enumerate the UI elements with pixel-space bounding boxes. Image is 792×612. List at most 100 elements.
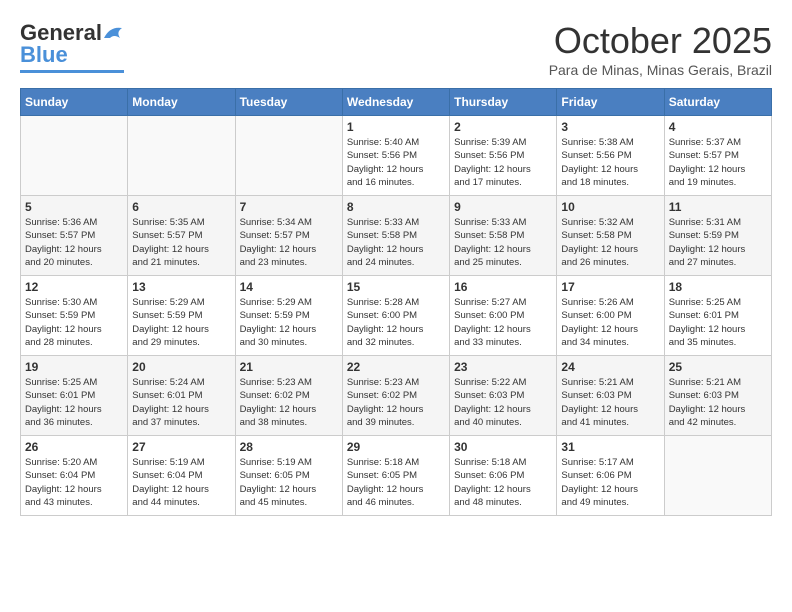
weekday-header-tuesday: Tuesday xyxy=(235,89,342,116)
day-info: Sunrise: 5:29 AM Sunset: 5:59 PM Dayligh… xyxy=(132,296,230,349)
day-info: Sunrise: 5:24 AM Sunset: 6:01 PM Dayligh… xyxy=(132,376,230,429)
logo-underline xyxy=(20,70,124,73)
day-info: Sunrise: 5:38 AM Sunset: 5:56 PM Dayligh… xyxy=(561,136,659,189)
calendar-cell: 25Sunrise: 5:21 AM Sunset: 6:03 PM Dayli… xyxy=(664,356,771,436)
day-number: 23 xyxy=(454,360,552,374)
day-number: 22 xyxy=(347,360,445,374)
weekday-header-monday: Monday xyxy=(128,89,235,116)
calendar-cell: 30 Sunrise: 5:18 AM Sunset: 6:06 PM Dayli… xyxy=(450,436,557,516)
day-number: 31 xyxy=(561,440,659,454)
day-number: 13 xyxy=(132,280,230,294)
calendar-cell: 3Sunrise: 5:38 AM Sunset: 5:56 PM Daylig… xyxy=(557,116,664,196)
calendar-cell: 1 Sunrise: 5:40 AM Sunset: 5:56 PM Daylig… xyxy=(342,116,449,196)
calendar-row-3: 12 Sunrise: 5:30 AM Sunset: 5:59 PM Dayli… xyxy=(21,276,772,356)
weekday-header-wednesday: Wednesday xyxy=(342,89,449,116)
calendar-cell: 10Sunrise: 5:32 AM Sunset: 5:58 PM Dayli… xyxy=(557,196,664,276)
weekday-header-sunday: Sunday xyxy=(21,89,128,116)
calendar-cell: 20 Sunrise: 5:24 AM Sunset: 6:01 PM Dayli… xyxy=(128,356,235,436)
location-subtitle: Para de Minas, Minas Gerais, Brazil xyxy=(549,62,772,78)
calendar-cell: 9 Sunrise: 5:33 AM Sunset: 5:58 PM Daylig… xyxy=(450,196,557,276)
calendar-cell: 23 Sunrise: 5:22 AM Sunset: 6:03 PM Dayli… xyxy=(450,356,557,436)
calendar-cell: 18 Sunrise: 5:25 AM Sunset: 6:01 PM Dayli… xyxy=(664,276,771,356)
day-number: 1 xyxy=(347,120,445,134)
day-number: 12 xyxy=(25,280,123,294)
day-info: Sunrise: 5:20 AM Sunset: 6:04 PM Dayligh… xyxy=(25,456,123,509)
day-info: Sunrise: 5:39 AM Sunset: 5:56 PM Dayligh… xyxy=(454,136,552,189)
day-info: Sunrise: 5:19 AM Sunset: 6:04 PM Dayligh… xyxy=(132,456,230,509)
calendar-cell xyxy=(235,116,342,196)
day-info: Sunrise: 5:40 AM Sunset: 5:56 PM Dayligh… xyxy=(347,136,445,189)
day-info: Sunrise: 5:23 AM Sunset: 6:02 PM Dayligh… xyxy=(240,376,338,429)
day-number: 25 xyxy=(669,360,767,374)
day-number: 30 xyxy=(454,440,552,454)
day-number: 26 xyxy=(25,440,123,454)
title-area: October 2025 Para de Minas, Minas Gerais… xyxy=(549,20,772,78)
day-info: Sunrise: 5:31 AM Sunset: 5:59 PM Dayligh… xyxy=(669,216,767,269)
calendar-cell: 4Sunrise: 5:37 AM Sunset: 5:57 PM Daylig… xyxy=(664,116,771,196)
day-info: Sunrise: 5:18 AM Sunset: 6:06 PM Dayligh… xyxy=(454,456,552,509)
calendar-cell: 11 Sunrise: 5:31 AM Sunset: 5:59 PM Dayli… xyxy=(664,196,771,276)
calendar-cell: 24 Sunrise: 5:21 AM Sunset: 6:03 PM Dayli… xyxy=(557,356,664,436)
day-number: 17 xyxy=(561,280,659,294)
weekday-header-thursday: Thursday xyxy=(450,89,557,116)
calendar-table: SundayMondayTuesdayWednesdayThursdayFrid… xyxy=(20,88,772,516)
logo-blue: Blue xyxy=(20,42,68,68)
day-number: 21 xyxy=(240,360,338,374)
day-number: 15 xyxy=(347,280,445,294)
day-info: Sunrise: 5:18 AM Sunset: 6:05 PM Dayligh… xyxy=(347,456,445,509)
day-info: Sunrise: 5:23 AM Sunset: 6:02 PM Dayligh… xyxy=(347,376,445,429)
day-number: 11 xyxy=(669,200,767,214)
calendar-cell: 8Sunrise: 5:33 AM Sunset: 5:58 PM Daylig… xyxy=(342,196,449,276)
day-number: 19 xyxy=(25,360,123,374)
calendar-cell: 15 Sunrise: 5:28 AM Sunset: 6:00 PM Dayli… xyxy=(342,276,449,356)
day-info: Sunrise: 5:22 AM Sunset: 6:03 PM Dayligh… xyxy=(454,376,552,429)
calendar-row-2: 5 Sunrise: 5:36 AM Sunset: 5:57 PM Daylig… xyxy=(21,196,772,276)
day-info: Sunrise: 5:25 AM Sunset: 6:01 PM Dayligh… xyxy=(669,296,767,349)
day-number: 27 xyxy=(132,440,230,454)
logo: General Blue xyxy=(20,20,124,73)
calendar-cell: 5 Sunrise: 5:36 AM Sunset: 5:57 PM Daylig… xyxy=(21,196,128,276)
day-number: 5 xyxy=(25,200,123,214)
day-info: Sunrise: 5:36 AM Sunset: 5:57 PM Dayligh… xyxy=(25,216,123,269)
day-number: 7 xyxy=(240,200,338,214)
calendar-cell: 17 Sunrise: 5:26 AM Sunset: 6:00 PM Dayli… xyxy=(557,276,664,356)
day-info: Sunrise: 5:17 AM Sunset: 6:06 PM Dayligh… xyxy=(561,456,659,509)
calendar-cell xyxy=(21,116,128,196)
calendar-cell: 14 Sunrise: 5:29 AM Sunset: 5:59 PM Dayli… xyxy=(235,276,342,356)
day-info: Sunrise: 5:25 AM Sunset: 6:01 PM Dayligh… xyxy=(25,376,123,429)
day-info: Sunrise: 5:30 AM Sunset: 5:59 PM Dayligh… xyxy=(25,296,123,349)
calendar-cell: 26 Sunrise: 5:20 AM Sunset: 6:04 PM Dayli… xyxy=(21,436,128,516)
day-number: 18 xyxy=(669,280,767,294)
calendar-cell: 19 Sunrise: 5:25 AM Sunset: 6:01 PM Dayli… xyxy=(21,356,128,436)
calendar-cell: 2 Sunrise: 5:39 AM Sunset: 5:56 PM Daylig… xyxy=(450,116,557,196)
calendar-cell: 21 Sunrise: 5:23 AM Sunset: 6:02 PM Dayli… xyxy=(235,356,342,436)
day-number: 24 xyxy=(561,360,659,374)
day-info: Sunrise: 5:19 AM Sunset: 6:05 PM Dayligh… xyxy=(240,456,338,509)
day-number: 2 xyxy=(454,120,552,134)
day-number: 16 xyxy=(454,280,552,294)
calendar-cell: 27 Sunrise: 5:19 AM Sunset: 6:04 PM Dayli… xyxy=(128,436,235,516)
day-number: 14 xyxy=(240,280,338,294)
day-number: 20 xyxy=(132,360,230,374)
calendar-cell: 16Sunrise: 5:27 AM Sunset: 6:00 PM Dayli… xyxy=(450,276,557,356)
day-info: Sunrise: 5:37 AM Sunset: 5:57 PM Dayligh… xyxy=(669,136,767,189)
calendar-cell xyxy=(664,436,771,516)
calendar-cell: 13 Sunrise: 5:29 AM Sunset: 5:59 PM Dayli… xyxy=(128,276,235,356)
calendar-cell: 7 Sunrise: 5:34 AM Sunset: 5:57 PM Daylig… xyxy=(235,196,342,276)
weekday-header-saturday: Saturday xyxy=(664,89,771,116)
day-number: 28 xyxy=(240,440,338,454)
day-info: Sunrise: 5:32 AM Sunset: 5:58 PM Dayligh… xyxy=(561,216,659,269)
day-info: Sunrise: 5:33 AM Sunset: 5:58 PM Dayligh… xyxy=(454,216,552,269)
day-info: Sunrise: 5:34 AM Sunset: 5:57 PM Dayligh… xyxy=(240,216,338,269)
day-info: Sunrise: 5:26 AM Sunset: 6:00 PM Dayligh… xyxy=(561,296,659,349)
calendar-cell: 31 Sunrise: 5:17 AM Sunset: 6:06 PM Dayli… xyxy=(557,436,664,516)
calendar-cell: 12 Sunrise: 5:30 AM Sunset: 5:59 PM Dayli… xyxy=(21,276,128,356)
day-info: Sunrise: 5:21 AM Sunset: 6:03 PM Dayligh… xyxy=(561,376,659,429)
day-info: Sunrise: 5:29 AM Sunset: 5:59 PM Dayligh… xyxy=(240,296,338,349)
calendar-cell: 22 Sunrise: 5:23 AM Sunset: 6:02 PM Dayli… xyxy=(342,356,449,436)
day-number: 29 xyxy=(347,440,445,454)
day-number: 9 xyxy=(454,200,552,214)
day-info: Sunrise: 5:28 AM Sunset: 6:00 PM Dayligh… xyxy=(347,296,445,349)
day-number: 8 xyxy=(347,200,445,214)
calendar-cell xyxy=(128,116,235,196)
